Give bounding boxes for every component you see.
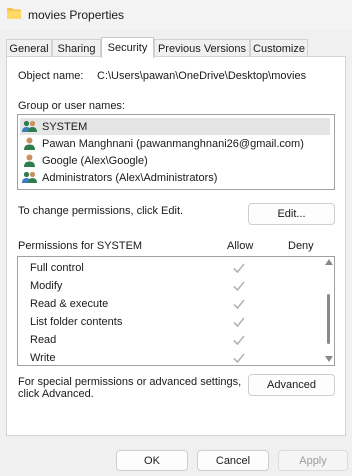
permission-name: Read & execute [30, 298, 109, 310]
permissions-list[interactable]: Full control Modify Read & execute List … [17, 256, 335, 366]
object-name-value: C:\Users\pawan\OneDrive\Desktop\movies [97, 70, 307, 82]
permission-row-write: Write [30, 350, 320, 365]
list-item-label: Pawan Manghnani (pawanmanghnani26@gmail.… [42, 137, 304, 150]
list-item-label: SYSTEM [42, 120, 88, 133]
folder-icon [7, 8, 21, 19]
scroll-down-arrow-icon[interactable] [325, 356, 333, 362]
scrollbar-thumb[interactable] [327, 294, 330, 344]
tab-general[interactable]: General [6, 39, 52, 57]
tab-customize[interactable]: Customize [250, 39, 308, 57]
list-item-label: Google (Alex\Google) [42, 154, 148, 167]
user-icon [24, 137, 35, 150]
allow-header: Allow [227, 240, 254, 252]
advanced-button[interactable]: Advanced [248, 374, 335, 396]
permission-row-modify: Modify [30, 278, 320, 296]
permission-name: Write [30, 352, 56, 364]
ok-button[interactable]: OK [116, 450, 188, 471]
special-permissions-text-line2: click Advanced. [18, 388, 94, 400]
special-permissions-text-line1: For special permissions or advanced sett… [18, 376, 242, 388]
list-item-pawan[interactable]: Pawan Manghnani (pawanmanghnani26@gmail.… [20, 135, 304, 152]
list-item-google[interactable]: Google (Alex\Google) [20, 152, 148, 169]
window-title: movies Properties [28, 8, 125, 22]
allow-check-icon [233, 263, 245, 274]
list-item-label: Administrators (Alex\Administrators) [42, 171, 218, 184]
permission-row-read-execute: Read & execute [30, 296, 320, 314]
group-user-list[interactable]: SYSTEM Pawan Manghnani (pawanmanghnani26… [17, 114, 335, 190]
tab-label: General [9, 42, 49, 55]
title-bar: movies Properties [0, 0, 352, 30]
tab-previous-versions[interactable]: Previous Versions [154, 39, 250, 57]
scroll-up-arrow-icon[interactable] [325, 259, 333, 265]
permission-name: Full control [30, 262, 84, 274]
allow-check-icon [233, 281, 245, 292]
allow-check-icon [233, 353, 245, 364]
tab-label: Security [107, 42, 148, 54]
allow-check-icon [233, 317, 245, 328]
tab-label: Sharing [57, 42, 96, 55]
tab-security[interactable]: Security [101, 37, 154, 58]
object-name-label: Object name: [18, 70, 84, 82]
user-group-icon [22, 171, 37, 183]
tab-label: Customize [253, 42, 305, 55]
apply-button[interactable]: Apply [278, 450, 348, 471]
permission-name: Read [30, 334, 57, 346]
permission-name: Modify [30, 280, 63, 292]
allow-check-icon [233, 299, 245, 310]
permissions-for-label: Permissions for SYSTEM [18, 240, 143, 252]
permission-row-list-folder-contents: List folder contents [30, 314, 320, 332]
list-item-administrators[interactable]: Administrators (Alex\Administrators) [20, 169, 217, 186]
cancel-button[interactable]: Cancel [197, 450, 269, 471]
permission-name: List folder contents [30, 316, 123, 328]
list-item-system[interactable]: SYSTEM [20, 118, 330, 135]
user-group-icon [22, 120, 37, 132]
permission-row-read: Read [30, 332, 320, 350]
permission-row-full-control: Full control [30, 260, 320, 278]
group-or-user-names-label: Group or user names: [18, 100, 125, 112]
allow-check-icon [233, 335, 245, 346]
user-icon [24, 154, 35, 167]
edit-button[interactable]: Edit... [248, 203, 335, 225]
change-permissions-text: To change permissions, click Edit. [18, 205, 184, 217]
tab-sharing[interactable]: Sharing [52, 39, 101, 57]
tab-label: Previous Versions [157, 42, 247, 55]
deny-header: Deny [288, 240, 314, 252]
